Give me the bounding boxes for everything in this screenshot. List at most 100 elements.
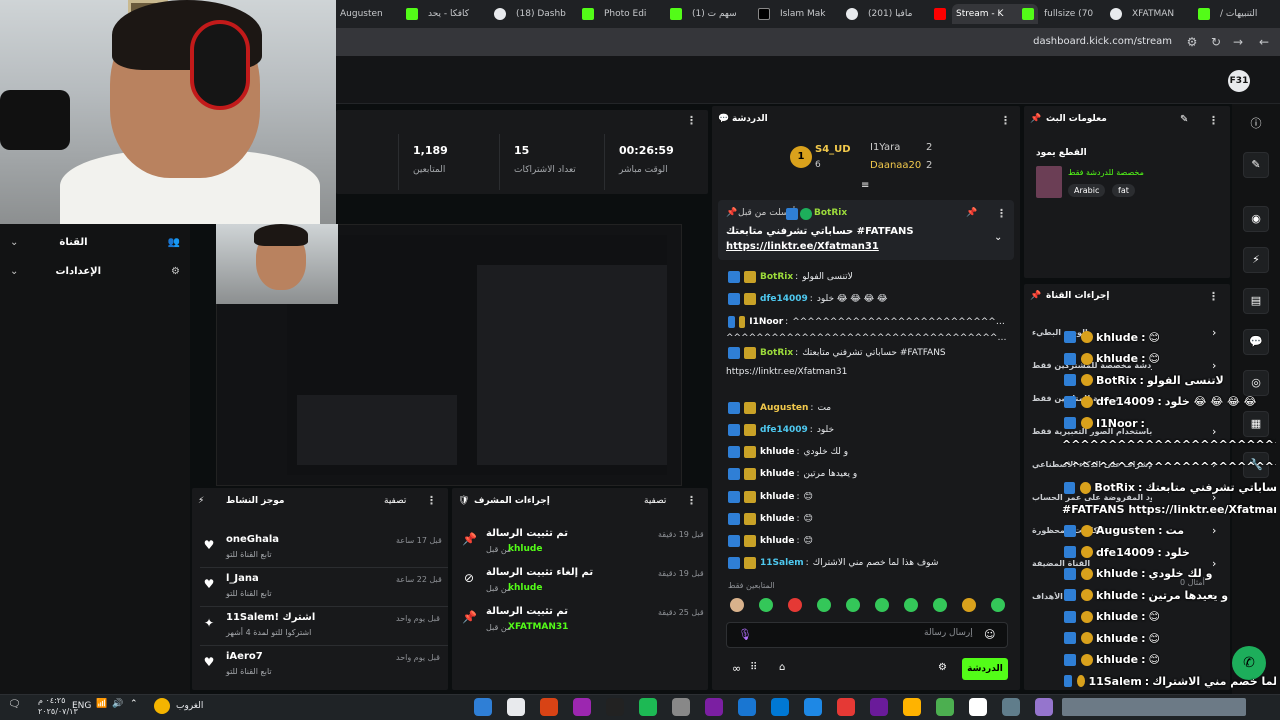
chat-username[interactable]: khlude xyxy=(760,514,794,524)
browser-tab[interactable]: (18) Dashb xyxy=(512,4,598,24)
activity-item[interactable]: ♥ oneGhala تابع القناة للتو قبل 17 ساعة xyxy=(200,530,450,568)
chat-message[interactable]: khlude: 😊 xyxy=(726,489,1008,505)
chat-message[interactable]: dfe14009: خلود xyxy=(726,422,1008,438)
more-icon[interactable]: ⋮ xyxy=(686,494,697,507)
store-icon[interactable]: ⌂ xyxy=(779,662,785,673)
emote-icon[interactable] xyxy=(991,598,1005,612)
app-icon[interactable] xyxy=(969,698,987,716)
leaderboard-toggle-icon[interactable]: ≡ xyxy=(861,180,869,191)
send-chat-button[interactable]: الدردشة xyxy=(962,658,1008,680)
spotify-icon[interactable] xyxy=(639,698,657,716)
mod-action-user[interactable]: khlude xyxy=(508,583,542,593)
more-icon[interactable]: ⋮ xyxy=(1000,114,1011,127)
camera-icon[interactable]: ◉ xyxy=(1243,206,1269,232)
chat-message[interactable]: dfe14009: خلود 😂 😂 😂 😂 xyxy=(726,291,1008,307)
chat-username[interactable]: khlude xyxy=(760,536,794,546)
tray-expand-icon[interactable]: ⌃ xyxy=(130,699,138,709)
xbox-icon[interactable] xyxy=(936,698,954,716)
chat-username[interactable]: Augusten xyxy=(760,403,808,413)
chat-message[interactable]: 11Salem: شوف هذا لما خصم مني الاشتراك xyxy=(726,555,1008,571)
activity-item[interactable]: ✦ 11Salem! اشترك اشتركوا للتو لمدة 4 أشهر ق… xyxy=(200,608,450,646)
app-icon[interactable] xyxy=(540,698,558,716)
volume-icon[interactable]: 🔊 xyxy=(112,699,123,709)
more-icon[interactable]: ⋮ xyxy=(1208,114,1219,127)
emote-icon[interactable] xyxy=(730,598,744,612)
reload-icon[interactable]: ↻ xyxy=(1208,34,1224,50)
clock-date[interactable]: ٢٠٢٥/٠٧/١٣ xyxy=(38,707,78,716)
filter-button[interactable]: تصفية xyxy=(644,496,666,506)
chat-username[interactable]: dfe14009 xyxy=(760,425,808,435)
emote-icon[interactable] xyxy=(933,598,947,612)
emote-icon[interactable] xyxy=(788,598,802,612)
chat-message[interactable]: khlude: 😊 xyxy=(726,533,1008,549)
chat-username[interactable]: BotRix xyxy=(760,348,793,358)
notification-icon[interactable]: 🗨 xyxy=(8,699,21,710)
chat-message[interactable]: https://linktr.ee/Xfatman31 xyxy=(726,364,1008,380)
chat-username[interactable]: 11Salem xyxy=(760,558,804,568)
app-icon[interactable] xyxy=(870,698,888,716)
more-icon[interactable]: ⋮ xyxy=(686,114,697,127)
chat-username[interactable]: khlude xyxy=(760,492,794,502)
leader-name[interactable]: Daanaa20 xyxy=(870,160,921,171)
emote-icon[interactable] xyxy=(904,598,918,612)
chat-message[interactable]: I1Noor:^^^^^^^^^^^^^^^^^^^^^^^^^^^^^^^^^… xyxy=(726,314,1008,330)
chat-username[interactable]: khlude xyxy=(760,447,794,457)
tune-icon[interactable]: ⚙ xyxy=(1184,34,1200,50)
user-avatar[interactable]: F31 xyxy=(1228,70,1250,92)
emoji-icon[interactable]: ☺ xyxy=(984,628,995,641)
mod-action-item[interactable]: ⊘ تم إلغاء تثبيت الرسالة من قبل khlude قبل 1… xyxy=(460,565,704,601)
mod-action-item[interactable]: 📌 تم تثبيت الرسالة من قبل XFATMAN31 قبل 25 د… xyxy=(460,604,704,640)
emote-icon[interactable] xyxy=(817,598,831,612)
app-icon[interactable] xyxy=(837,698,855,716)
browser-tab[interactable]: (201) مافيا xyxy=(864,4,950,24)
back-icon[interactable]: ← xyxy=(1256,34,1272,50)
document-icon[interactable]: ▤ xyxy=(1243,288,1269,314)
mod-action-user[interactable]: XFATMAN31 xyxy=(508,622,568,632)
browser-tab[interactable]: Stream - K xyxy=(952,4,1038,24)
folder-icon[interactable] xyxy=(672,698,690,716)
mic-icon[interactable]: 🎙 xyxy=(738,628,752,641)
chat-username[interactable]: khlude xyxy=(760,469,794,479)
pencil-icon[interactable]: ✎ xyxy=(1180,114,1188,125)
app-icon[interactable] xyxy=(705,698,723,716)
weather-icon[interactable] xyxy=(154,698,170,714)
pencil-icon[interactable]: ✎ xyxy=(1243,152,1269,178)
activity-item[interactable]: ♥ l_Jana تابع القناة للتو قبل 22 ساعة xyxy=(200,569,450,607)
chat-message[interactable]: khlude: و يعيدها مرتين xyxy=(726,466,1008,482)
pinned-user[interactable]: BotRix xyxy=(814,208,847,218)
sidebar-item-channel[interactable]: ⌄ القناة 👥 xyxy=(10,234,180,250)
app-icon[interactable] xyxy=(903,698,921,716)
browser-tab[interactable]: Augusten xyxy=(336,4,422,24)
emote-icon[interactable] xyxy=(759,598,773,612)
chat-username[interactable]: BotRix xyxy=(760,272,793,282)
filter-button[interactable]: تصفية xyxy=(384,496,406,506)
chat-message[interactable]: BotRix: حساباتي تشرفني متابعتك #FATFANS xyxy=(726,345,1008,361)
steam-icon[interactable] xyxy=(738,698,756,716)
info-icon[interactable]: ⓘ xyxy=(1243,112,1269,138)
url-text[interactable]: dashboard.kick.com/stream xyxy=(1033,36,1172,47)
clock-time[interactable]: ٠٤:٢٥ م xyxy=(38,696,65,705)
chat-message[interactable]: khlude: و لك خلودي xyxy=(726,444,1008,460)
emote-icon[interactable] xyxy=(846,598,860,612)
sidebar-item-settings[interactable]: ⌄ الإعدادات ⚙ xyxy=(10,263,180,279)
emote-icon[interactable] xyxy=(875,598,889,612)
app-icon[interactable] xyxy=(1035,698,1053,716)
pinned-link[interactable]: https://linktr.ee/Xfatman31 xyxy=(726,241,879,252)
chat-message[interactable]: khlude: 😊 xyxy=(726,511,1008,527)
lightning-icon[interactable]: ⚡ xyxy=(1243,247,1269,273)
gear-icon[interactable]: ⚙ xyxy=(938,662,947,673)
chrome-icon[interactable] xyxy=(507,698,525,716)
chevron-down-icon[interactable]: ⌄ xyxy=(994,232,1002,243)
chat-message[interactable]: BotRix: لاتنسى الفولو xyxy=(726,269,1008,285)
browser-tab[interactable]: fullsize (70 xyxy=(1040,4,1126,24)
leader-name[interactable]: I1Yara xyxy=(870,142,900,153)
app-icon[interactable] xyxy=(606,698,624,716)
browser-tab[interactable]: كافكا - يحد xyxy=(424,4,510,24)
more-icon[interactable]: ⋮ xyxy=(426,494,437,507)
category-name[interactable]: مخصصة للدردشة فقط xyxy=(1068,168,1144,177)
chat-message[interactable]: Augusten: مت xyxy=(726,400,1008,416)
leader-name[interactable]: S4_UD xyxy=(815,144,851,155)
notification-toast[interactable] xyxy=(1062,698,1246,716)
mod-action-user[interactable]: khlude xyxy=(508,544,542,554)
edge-icon[interactable] xyxy=(804,698,822,716)
